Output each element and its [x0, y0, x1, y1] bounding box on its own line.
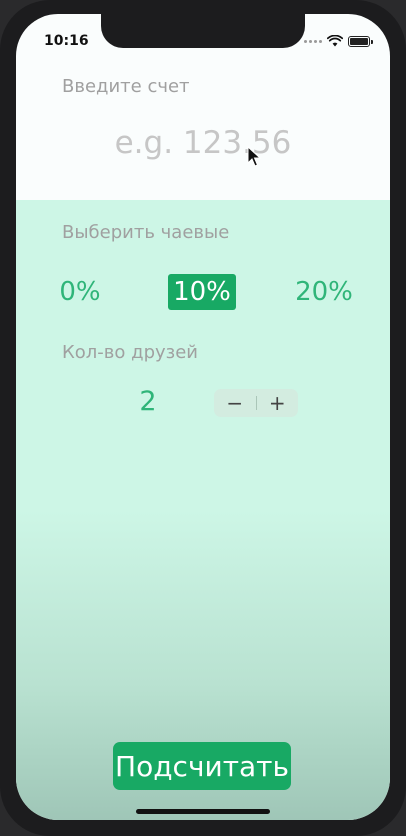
status-icons — [304, 35, 373, 47]
tip-option-10-percent[interactable]: 10% — [168, 274, 236, 310]
cellular-dots-icon — [304, 39, 322, 43]
battery-icon — [348, 35, 373, 47]
device-notch — [101, 14, 305, 48]
bill-label: Введите счет — [62, 76, 190, 97]
tip-option-0-percent[interactable]: 0% — [52, 274, 108, 310]
calculate-button[interactable]: Подсчитать — [113, 742, 291, 790]
phone-frame: 10:16 Введите счет Выберить ча — [0, 0, 406, 836]
tip-option-20-percent[interactable]: 20% — [288, 274, 360, 310]
tip-section: Выберить чаевые 0% 10% 20% Кол-во друзей… — [16, 200, 390, 820]
app-screen: 10:16 Введите счет Выберить ча — [16, 14, 390, 820]
bill-input[interactable] — [56, 120, 350, 166]
mouse-pointer-icon — [247, 146, 261, 167]
bill-section: Введите счет — [16, 58, 390, 200]
home-indicator[interactable] — [136, 809, 270, 814]
tip-label: Выберить чаевые — [62, 222, 230, 243]
friends-count: 2 — [139, 386, 157, 417]
wifi-icon — [327, 35, 343, 47]
stepper-increment-button[interactable]: + — [256, 389, 298, 417]
stepper-decrement-button[interactable]: − — [214, 389, 256, 417]
friends-stepper[interactable]: − + — [214, 389, 298, 417]
friends-label: Кол-во друзей — [62, 342, 199, 363]
status-time: 10:16 — [44, 33, 89, 49]
